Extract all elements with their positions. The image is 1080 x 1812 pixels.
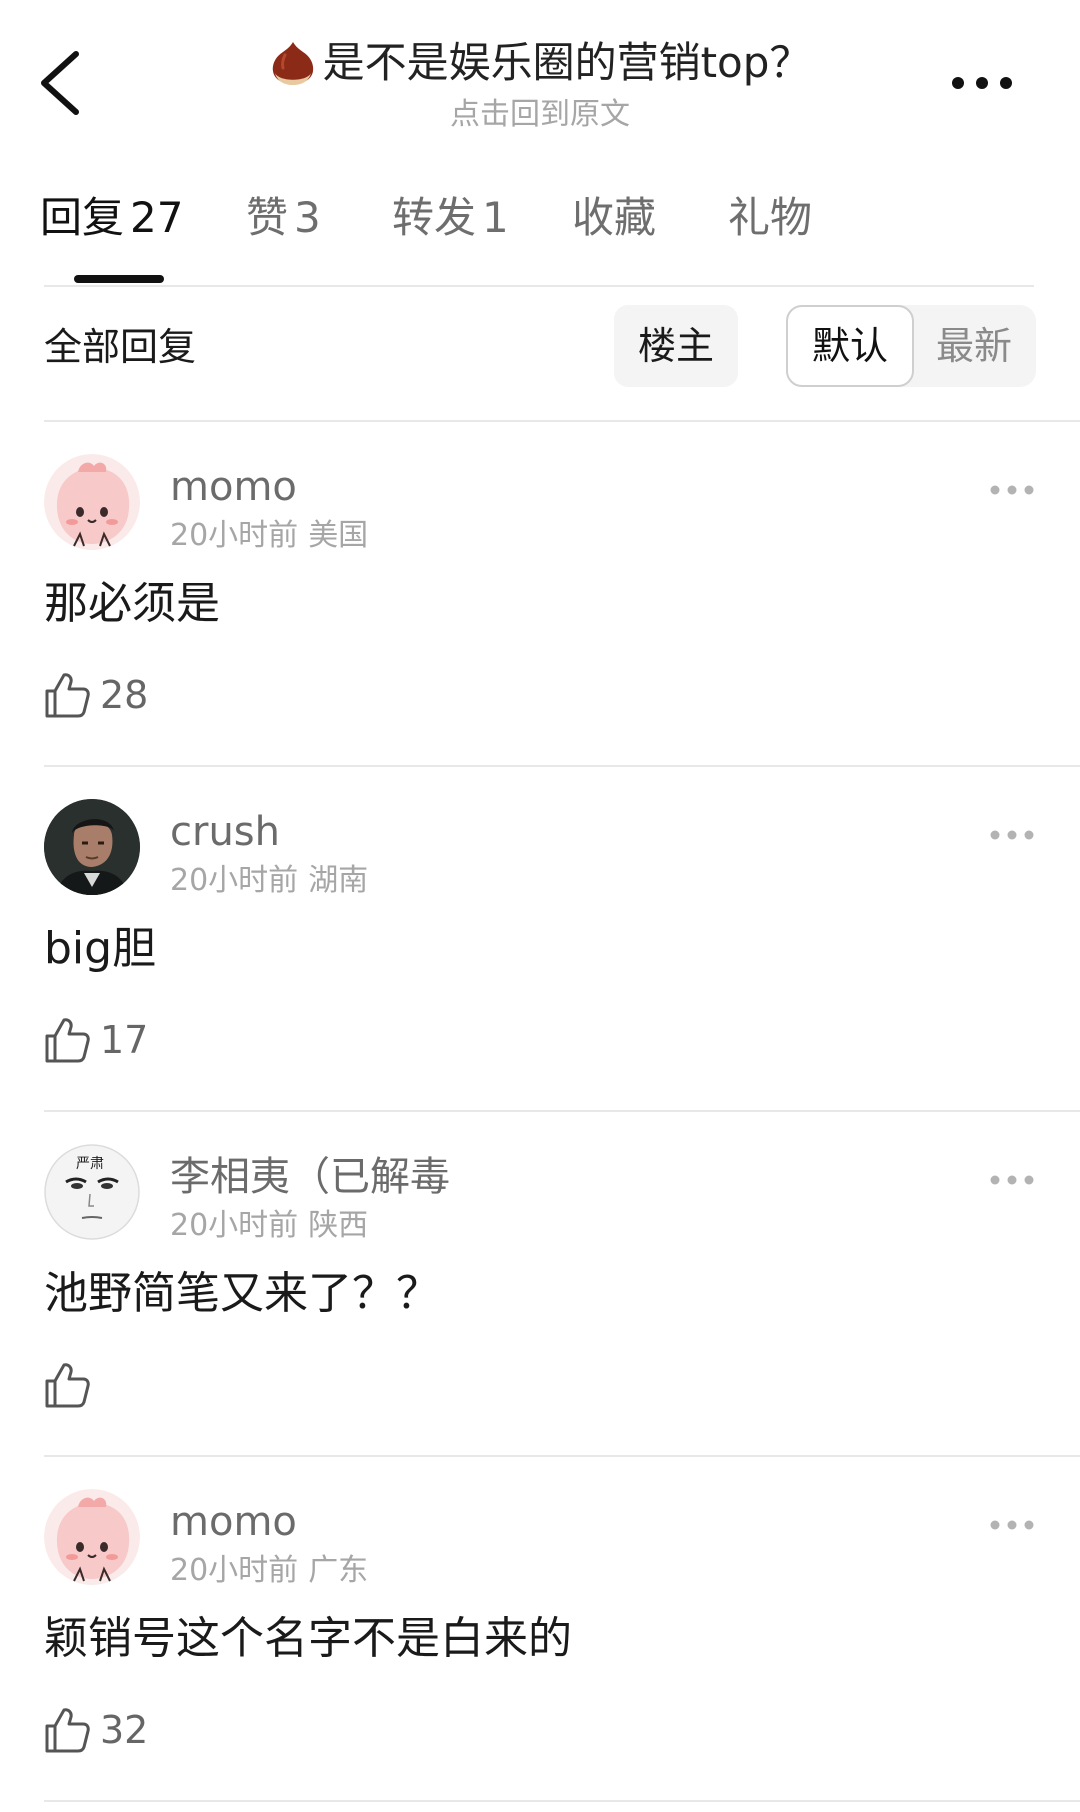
- like-button[interactable]: [44, 1360, 100, 1410]
- comment-time: 20小时前: [170, 518, 299, 553]
- comment-time: 20小时前: [170, 1553, 299, 1588]
- ellipsis-icon: [990, 1175, 1034, 1185]
- sort-latest-button[interactable]: 最新: [912, 305, 1036, 387]
- op-only-button[interactable]: 楼主: [614, 305, 738, 387]
- username[interactable]: momo: [170, 1497, 297, 1547]
- pink-bunny-avatar-icon: [44, 454, 140, 550]
- post-title[interactable]: 是不是娱乐圈的营销top？: [269, 36, 812, 90]
- comment-item: momo 20小时前 美国 那必须是 28: [44, 422, 1080, 767]
- comment-item: 严肃 李相夷（已解毒 20小时前 陕西 池野简笔又来了？？: [44, 1112, 1080, 1457]
- comment-divider: [44, 1800, 1080, 1802]
- tab-likes[interactable]: 赞3: [246, 188, 321, 248]
- username[interactable]: momo: [170, 462, 297, 512]
- tab-reposts[interactable]: 转发 1: [392, 188, 509, 248]
- comment-item: crush 20小时前 湖南 big胆 17: [44, 767, 1080, 1112]
- comment-location: 湖南: [308, 863, 369, 898]
- tab-likes-count: 3: [294, 193, 321, 242]
- comment-meta: 20小时前 陕西: [170, 1206, 368, 1246]
- reply-filter-bar: 全部回复 楼主 默认 最新: [44, 300, 1036, 395]
- avatar-sketch-caption: 严肃: [76, 1156, 104, 1172]
- comment-more-button[interactable]: [989, 482, 1035, 496]
- tab-replies-label: 回复: [40, 193, 125, 242]
- man-photo-avatar-icon: [44, 799, 140, 895]
- comment-meta: 20小时前 美国: [170, 516, 368, 556]
- tab-favorites-label: 收藏: [572, 193, 657, 242]
- comment-text: big胆: [44, 923, 157, 974]
- like-count: 17: [100, 1018, 149, 1062]
- avatar[interactable]: [44, 799, 140, 895]
- tab-reposts-label: 转发: [392, 193, 477, 242]
- chestnut-icon: [272, 42, 313, 85]
- tab-reposts-count: 1: [482, 193, 509, 242]
- comment-text: 颖销号这个名字不是白来的: [44, 1613, 572, 1664]
- post-title-text: 是不是娱乐圈的营销top？: [322, 38, 812, 87]
- active-tab-indicator: [74, 275, 164, 283]
- interaction-tabs: 回复 27 赞3 转发 1 收藏 礼物: [40, 188, 1034, 284]
- like-button[interactable]: 28: [44, 670, 148, 720]
- comment-location: 美国: [308, 518, 369, 553]
- comment-text: 那必须是: [44, 578, 220, 629]
- thumbs-up-icon: [45, 1018, 90, 1063]
- comment-text: 池野简笔又来了？？: [44, 1268, 440, 1319]
- avatar[interactable]: [44, 1489, 140, 1585]
- comment-more-button[interactable]: [989, 827, 1035, 841]
- comment-meta: 20小时前 广东: [170, 1551, 368, 1591]
- pink-bunny-avatar-icon: [44, 1489, 140, 1585]
- comment-item: momo 20小时前 广东 颖销号这个名字不是白来的 32: [44, 1457, 1080, 1802]
- tab-replies-count: 27: [130, 193, 184, 242]
- comment-time: 20小时前: [170, 1208, 299, 1243]
- like-count: 28: [100, 673, 149, 717]
- more-options-button[interactable]: [949, 72, 1015, 94]
- tab-favorites[interactable]: 收藏: [572, 188, 656, 248]
- ellipsis-icon: [990, 1520, 1034, 1530]
- thumbs-up-icon: [45, 673, 90, 718]
- tab-gifts[interactable]: 礼物: [728, 188, 812, 248]
- post-title-area[interactable]: 是不是娱乐圈的营销top？ 点击回到原文: [0, 36, 1080, 133]
- sort-toggle: 默认 最新: [786, 305, 1036, 387]
- avatar[interactable]: 严肃: [44, 1144, 140, 1240]
- like-button[interactable]: 17: [44, 1015, 148, 1065]
- sort-default-button[interactable]: 默认: [786, 305, 914, 387]
- comment-location: 陕西: [308, 1208, 369, 1243]
- all-replies-label: 全部回复: [44, 325, 197, 369]
- comment-location: 广东: [308, 1553, 369, 1588]
- thumbs-up-icon: [45, 1363, 90, 1408]
- comment-meta: 20小时前 湖南: [170, 861, 368, 901]
- ellipsis-icon: [952, 77, 1012, 89]
- avatar[interactable]: [44, 454, 140, 550]
- tab-replies[interactable]: 回复 27: [40, 188, 183, 248]
- username[interactable]: crush: [170, 807, 280, 857]
- ellipsis-icon: [990, 830, 1034, 840]
- tabs-divider: [44, 285, 1034, 287]
- comment-time: 20小时前: [170, 863, 299, 898]
- comment-more-button[interactable]: [989, 1172, 1035, 1186]
- sketch-face-avatar-icon: 严肃: [44, 1144, 140, 1240]
- ellipsis-icon: [990, 485, 1034, 495]
- back-to-post-link[interactable]: 点击回到原文: [0, 97, 1080, 133]
- like-count: 32: [100, 1708, 149, 1752]
- comment-more-button[interactable]: [989, 1517, 1035, 1531]
- username[interactable]: 李相夷（已解毒: [170, 1152, 450, 1202]
- like-button[interactable]: 32: [44, 1705, 148, 1755]
- tab-gifts-label: 礼物: [728, 193, 813, 242]
- tab-likes-label: 赞: [246, 193, 289, 242]
- thumbs-up-icon: [45, 1708, 90, 1753]
- top-bar: 是不是娱乐圈的营销top？ 点击回到原文: [0, 0, 1080, 150]
